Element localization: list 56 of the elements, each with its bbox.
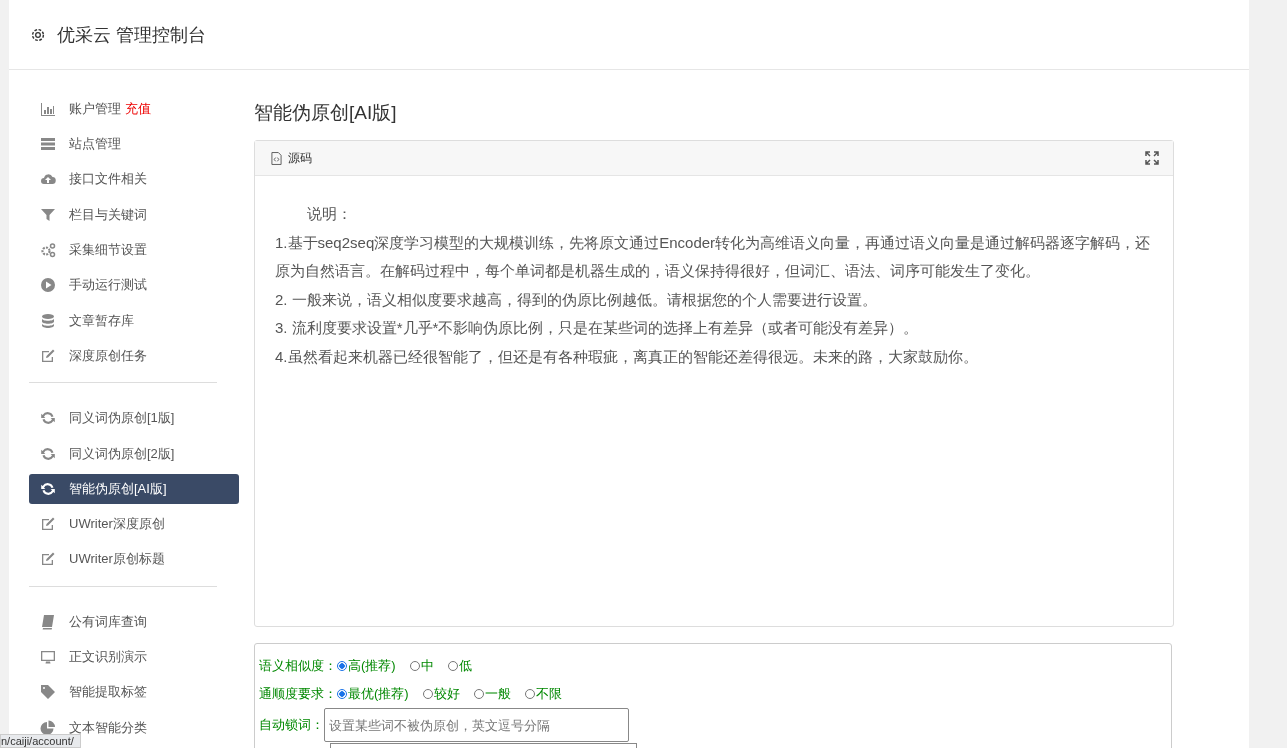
play-icon xyxy=(40,277,56,294)
bar-chart-icon xyxy=(40,100,56,117)
radio-option[interactable]: 低 xyxy=(447,657,472,675)
radio-option[interactable]: 不限 xyxy=(524,685,562,703)
sidebar-item[interactable]: 正文识别演示 xyxy=(29,642,239,672)
radio-option[interactable]: 较好 xyxy=(422,685,460,703)
description-paragraph: 2. 一般来说，语义相似度要求越高，得到的伪原比例越低。请根据您的个人需要进行设置。 xyxy=(275,289,878,310)
sidebar-item[interactable]: 深度原创任务 xyxy=(29,341,239,371)
description-paragraph: 1.基于seq2seq深度学习模型的大规模训练，先将原文通过Encoder转化为高维语义向量，再通过语义向量是通过解码器逐字解码，还原为自然语言。在解码过程中，每个单词都是机器生成的，语义保持得很好，但词汇、语法、词序可能发生了变化。 xyxy=(275,232,1152,281)
filter-icon xyxy=(40,206,56,223)
recharge-link[interactable]: 充值 xyxy=(125,99,151,118)
radio-option[interactable]: 中 xyxy=(409,657,434,675)
description-paragraph: 4.虽然看起来机器已经很智能了，但还是有各种瑕疵，离真正的智能还差得很远。未来的路，大家鼓励你。 xyxy=(275,346,979,367)
status-url: n/caiji/account/ xyxy=(0,734,81,748)
console-title: 优采云 管理控制台 xyxy=(57,23,206,47)
radio-button[interactable] xyxy=(337,689,347,699)
sidebar-item[interactable]: UWriter原创标题 xyxy=(29,544,239,575)
book-icon xyxy=(40,613,56,630)
sidebar-item[interactable]: 同义词伪原创[1版] xyxy=(29,403,239,434)
sidebar-item[interactable]: 公有词库查询 xyxy=(29,606,239,637)
sidebar-item[interactable]: 同义词伪原创[2版] xyxy=(29,438,239,469)
option-label: 通顺度要求： xyxy=(259,685,337,703)
option-label: 自动锁词： xyxy=(259,716,324,734)
code-file-icon xyxy=(271,151,282,165)
sidebar-item[interactable]: 接口文件相关 xyxy=(29,164,239,195)
edit-icon xyxy=(40,516,56,533)
radio-option[interactable]: 一般 xyxy=(473,685,511,703)
edit-icon xyxy=(40,347,56,364)
description-heading: 说明： xyxy=(306,204,353,224)
sidebar-item[interactable]: 手动运行测试 xyxy=(29,270,239,301)
sidebar-item[interactable]: 栏目与关键词 xyxy=(29,199,239,230)
tag-icon xyxy=(40,684,56,701)
radio-option[interactable]: 最优(推荐) xyxy=(337,685,409,703)
sidebar-item[interactable]: 站点管理 xyxy=(29,129,239,160)
source-button[interactable]: 源码 xyxy=(269,147,314,169)
sidebar-item[interactable]: 账户管理 充值 xyxy=(29,94,239,124)
radio-button[interactable] xyxy=(337,661,347,671)
sidebar-item[interactable]: 智能伪原创[AI版] xyxy=(29,473,239,504)
option-label: 语义相似度： xyxy=(259,657,337,675)
sidebar-item[interactable]: 文章暂存库 xyxy=(29,305,239,336)
database-icon xyxy=(40,312,56,329)
server-icon xyxy=(40,136,56,153)
sidebar-item[interactable]: UWriter深度原创 xyxy=(29,509,239,540)
refresh-icon xyxy=(40,480,56,497)
page-title: 智能伪原创[AI版] xyxy=(254,101,398,125)
sidebar-item[interactable]: 智能提取标签 xyxy=(29,677,239,708)
pie-chart-icon xyxy=(40,719,56,736)
fullscreen-icon[interactable] xyxy=(1145,151,1159,165)
radio-option[interactable]: 高(推荐) xyxy=(337,657,396,675)
refresh-icon xyxy=(40,410,56,427)
edit-icon xyxy=(40,551,56,568)
sidebar-item[interactable]: 采集细节设置 xyxy=(29,235,239,265)
monitor-icon xyxy=(40,649,56,666)
lock-words-field[interactable]: 设置某些词不被伪原创，英文逗号分隔 xyxy=(324,708,629,742)
refresh-icon xyxy=(40,445,56,462)
description-paragraph: 3. 流利度要求设置*几乎*不影响伪原比例，只是在某些词的选择上有差异（或者可能没有差异）。 xyxy=(275,318,920,338)
